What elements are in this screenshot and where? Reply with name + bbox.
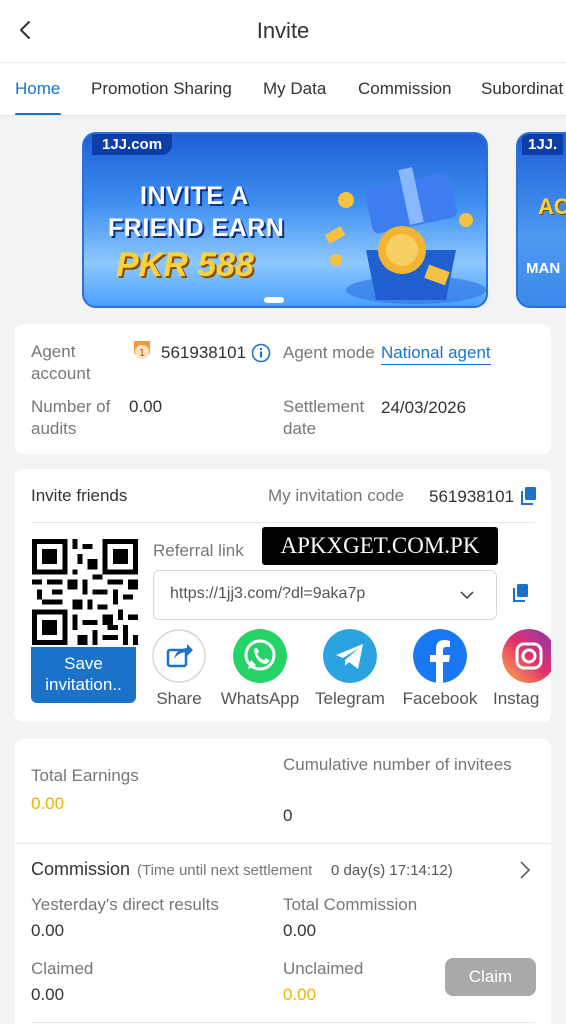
save-invitation-button[interactable]: Save invitation.. — [31, 647, 136, 703]
referral-link-value: https://1jj3.com/?dl=9aka7p — [170, 585, 366, 602]
audits-value: 0.00 — [129, 397, 163, 416]
promo-banner[interactable]: 1JJ.com INVITE A FRIEND EARN PKR 588 — [82, 132, 488, 308]
info-icon[interactable] — [251, 343, 271, 363]
referral-link-field[interactable]: https://1jj3.com/?dl=9aka7p — [153, 570, 497, 620]
copy-link-icon[interactable] — [512, 583, 530, 603]
agent-info-card: Agent account 1 561938101 Agent mode Nat… — [15, 324, 551, 454]
claimed-value: 0.00 — [31, 985, 65, 1004]
promo-banner-next[interactable]: 1JJ. AC MAN — [516, 132, 566, 308]
banner-brand: 1JJ.com — [92, 134, 173, 155]
facebook-icon — [413, 629, 467, 683]
cumulative-invitees-value: 0 — [283, 806, 293, 825]
instagram-share-button[interactable]: Instag — [490, 629, 551, 709]
claimed-label: Claimed — [31, 959, 94, 978]
total-earnings-label: Total Earnings — [31, 766, 139, 785]
claim-button[interactable]: Claim — [445, 958, 536, 996]
commission-header[interactable]: Commission (Time until next settlement 0… — [15, 844, 551, 890]
banner-headline-2: FRIEND EARN — [108, 214, 285, 242]
banner-headline-1: AC — [538, 194, 566, 219]
active-tab-indicator — [15, 113, 61, 115]
agent-account-label: Agent account — [31, 342, 91, 383]
chevron-down-icon[interactable] — [459, 589, 475, 601]
settlement-countdown-label: (Time until next settlement — [137, 862, 313, 879]
commission-title: Commission — [31, 859, 131, 879]
app-header: Invite — [0, 0, 566, 62]
save-invitation-label: Save invitation.. — [45, 654, 122, 694]
audits-label: Number of audits — [31, 397, 111, 438]
tab-commission[interactable]: Commission — [358, 79, 452, 99]
telegram-label: Telegram — [315, 689, 385, 708]
share-icon — [152, 629, 206, 683]
invite-friends-title: Invite friends — [31, 486, 128, 505]
banner-brand: 1JJ. — [522, 134, 564, 155]
gift-box-icon — [324, 167, 486, 304]
instagram-icon — [502, 629, 551, 683]
telegram-icon — [323, 629, 377, 683]
banner-amount: PKR 588 — [116, 246, 254, 284]
agent-account-value: 561938101 — [161, 343, 247, 362]
invitation-code-value: 561938101 — [429, 487, 515, 506]
page-title: Invite — [256, 18, 310, 43]
share-label: Share — [156, 689, 202, 708]
unclaimed-label: Unclaimed — [283, 959, 364, 978]
agent-badge-icon: 1 — [134, 341, 150, 359]
whatsapp-label: WhatsApp — [220, 689, 300, 708]
banner-headline-1: INVITE A — [140, 182, 249, 210]
facebook-share-button[interactable]: Facebook — [400, 629, 480, 709]
instagram-label: Instag — [493, 689, 540, 708]
carousel-indicator — [264, 297, 284, 303]
back-arrow-icon[interactable] — [14, 18, 38, 42]
telegram-share-button[interactable]: Telegram — [310, 629, 390, 709]
yesterday-results-value: 0.00 — [31, 921, 65, 940]
invite-friends-card: Invite friends My invitation code 561938… — [15, 469, 551, 722]
tab-subordinates[interactable]: Subordinat — [481, 79, 563, 99]
referral-link-label: Referral link — [153, 541, 244, 560]
divider — [31, 1022, 535, 1023]
whatsapp-icon — [233, 629, 287, 683]
unclaimed-value: 0.00 — [283, 985, 317, 1004]
invitation-code-label: My invitation code — [268, 486, 405, 505]
tab-promotion-sharing[interactable]: Promotion Sharing — [91, 79, 232, 99]
settlement-date-label: Settlement date — [283, 397, 365, 438]
settlement-countdown-value: 0 day(s) 17:14:12) — [331, 862, 453, 879]
tab-home[interactable]: Home — [15, 79, 60, 99]
whatsapp-share-button[interactable]: WhatsApp — [220, 629, 300, 709]
total-earnings-value: 0.00 — [31, 794, 65, 813]
divider — [31, 522, 535, 523]
copy-code-icon[interactable] — [520, 486, 538, 506]
agent-mode-link[interactable]: National agent — [381, 342, 491, 365]
total-commission-label: Total Commission — [283, 895, 418, 914]
earnings-card: Total Earnings 0.00 Cumulative number of… — [15, 739, 551, 1024]
qr-code — [32, 539, 138, 645]
tab-bar: Home Promotion Sharing My Data Commissio… — [0, 62, 566, 116]
banner-headline-2: MAN — [526, 260, 561, 277]
tab-my-data[interactable]: My Data — [263, 79, 326, 99]
settlement-date-value: 24/03/2026 — [381, 398, 467, 417]
svg-text:1: 1 — [139, 348, 145, 359]
yesterday-results-label: Yesterday's direct results — [31, 895, 219, 914]
watermark: APKXGET.COM.PK — [262, 527, 498, 565]
agent-mode-label: Agent mode — [283, 343, 375, 362]
chevron-right-icon[interactable] — [518, 860, 532, 880]
cumulative-invitees-label: Cumulative number of invitees — [283, 755, 512, 774]
total-commission-value: 0.00 — [283, 921, 317, 940]
share-button[interactable]: Share — [139, 629, 219, 709]
facebook-label: Facebook — [402, 689, 478, 708]
